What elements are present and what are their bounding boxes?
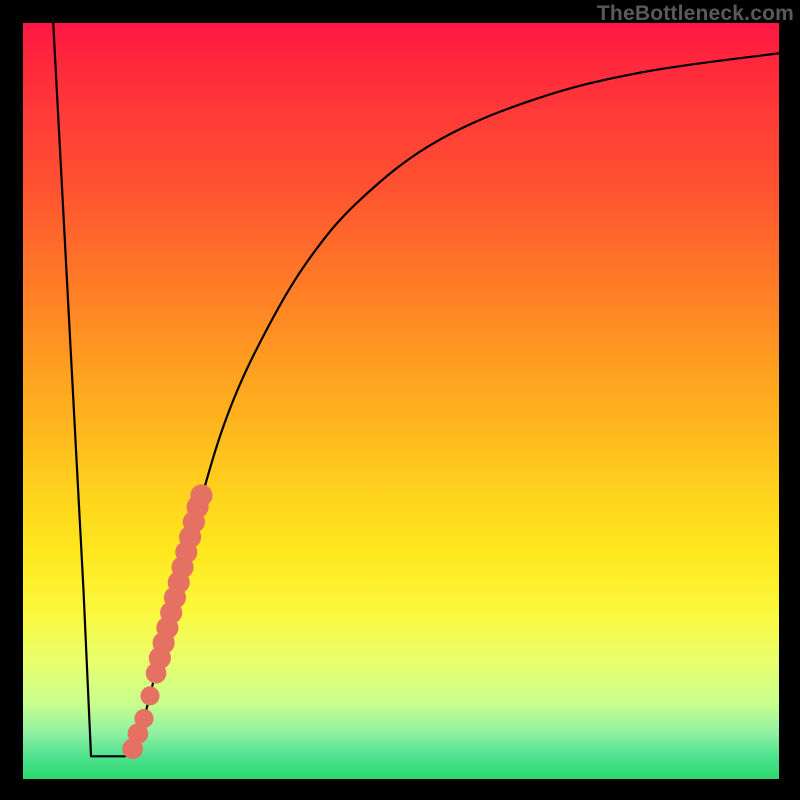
plot-area — [22, 22, 780, 780]
data-marker — [134, 709, 153, 728]
chart-svg — [23, 23, 779, 779]
chart-markers — [122, 484, 212, 759]
watermark-text: TheBottleneck.com — [597, 2, 794, 26]
data-marker — [140, 686, 159, 705]
data-marker — [190, 484, 212, 506]
chart-frame: TheBottleneck.com — [0, 0, 800, 800]
